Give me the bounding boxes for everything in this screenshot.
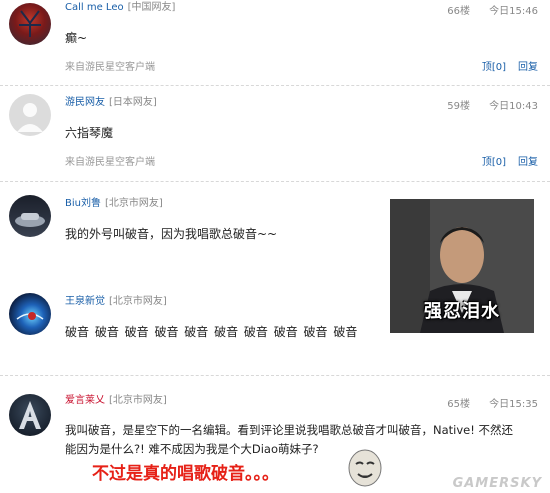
username[interactable]: 王泉新觉: [65, 296, 105, 307]
emoticon-face-icon: [347, 447, 383, 487]
user-location: [北京市网友]: [109, 395, 167, 406]
comment-source: 来自游民星空客户端: [65, 157, 155, 168]
comment-text: 我的外号叫破音，因为我唱歌总破音~~: [65, 227, 278, 241]
upvote-button[interactable]: 顶[0]: [482, 62, 506, 73]
avatar[interactable]: [9, 94, 51, 136]
comment-text: 破音 破音 破音 破音 破音 破音 破音 破音 破音 破音: [65, 325, 358, 339]
post-time: 今日15:35: [489, 399, 538, 410]
overlay-caption: 不过是真的唱歌破音。。。: [92, 464, 279, 484]
username[interactable]: Biu刘鲁: [65, 198, 101, 209]
user-location: [中国网友]: [127, 2, 176, 13]
reply-button[interactable]: 回复: [518, 62, 538, 73]
reply-button[interactable]: 回复: [518, 157, 538, 168]
comment-source: 来自游民星空客户端: [65, 62, 155, 73]
avatar[interactable]: [9, 3, 51, 45]
avatar[interactable]: [9, 195, 51, 237]
comment-text: 六指琴魔: [65, 126, 114, 140]
floor-number: 65楼: [447, 399, 470, 410]
meme-image: 强忍泪水: [390, 199, 534, 333]
user-location: [北京市网友]: [109, 296, 167, 307]
divider: [0, 85, 550, 86]
divider: [0, 375, 550, 376]
divider: [0, 181, 550, 182]
avatar[interactable]: [9, 293, 51, 335]
floor-number: 59楼: [447, 101, 470, 112]
username[interactable]: 爱言莱乂: [65, 395, 105, 406]
watermark: GAMERSKY: [452, 476, 542, 491]
comment-item: 游民网友 [日本网友] 59楼 今日10:43 六指琴魔 来自游民星空客户端 顶[…: [0, 88, 550, 180]
username[interactable]: Call me Leo: [65, 2, 124, 13]
post-time: 今日15:46: [489, 6, 538, 17]
user-location: [日本网友]: [109, 97, 157, 108]
comment-item: Call me Leo [中国网友] 66楼 今日15:46 癫~ 来自游民星空客…: [0, 0, 550, 86]
avatar[interactable]: [9, 394, 51, 436]
meme-caption: 强忍泪水: [424, 301, 500, 322]
comment-text-line-1: 我叫破音，是星空下的一名编辑。看到评论里说我唱歌总破音才叫破音，Native! …: [65, 423, 513, 437]
username[interactable]: 游民网友: [65, 97, 105, 108]
user-location: [北京市网友]: [104, 198, 163, 209]
floor-number: 66楼: [447, 6, 470, 17]
post-time: 今日10:43: [489, 101, 538, 112]
comment-text: 癫~: [65, 31, 88, 45]
comment-text-line-2: 能因为是什么?! 难不成因为我是个大Diao萌妹子?: [65, 442, 319, 456]
upvote-button[interactable]: 顶[0]: [482, 157, 506, 168]
